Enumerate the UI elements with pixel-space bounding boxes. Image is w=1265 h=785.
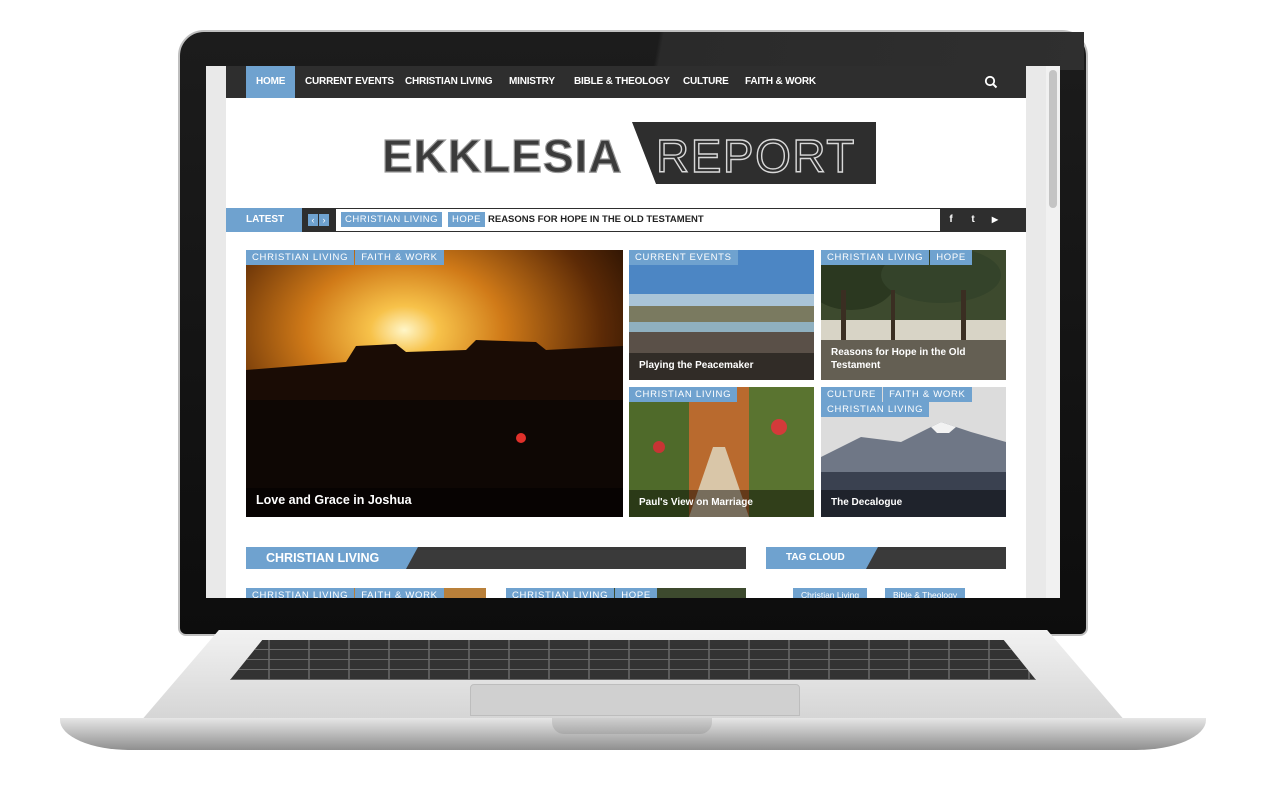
ticker-category-christian-living[interactable]: CHRISTIAN LIVING xyxy=(341,212,442,227)
tag-hope[interactable]: HOPE xyxy=(615,588,657,598)
lid-notch xyxy=(552,718,712,734)
caption-bar: The Decalogue xyxy=(821,490,1006,517)
bezel-reflection xyxy=(632,32,1084,70)
tag-christian-living[interactable]: CHRISTIAN LIVING xyxy=(506,588,615,598)
tile-tags: CHRISTIAN LIVING HOPE xyxy=(506,588,658,598)
tile-tags: CHRISTIAN LIVING HOPE xyxy=(821,250,973,265)
nav-item-current-events[interactable]: CURRENT EVENTS xyxy=(305,66,394,98)
tag-cloud-item[interactable]: Christian Living xyxy=(793,588,868,598)
nav-item-bible-theology[interactable]: BIBLE & THEOLOGY xyxy=(574,66,670,98)
nav-item-culture[interactable]: CULTURE xyxy=(683,66,729,98)
tile-tags: CURRENT EVENTS xyxy=(629,250,739,265)
caption-bar: Reasons for Hope in the Old Testament xyxy=(821,340,1006,380)
scrollbar[interactable] xyxy=(1046,66,1060,598)
ticker-content: CHRISTIAN LIVING HOPE REASONS FOR HOPE I… xyxy=(336,209,940,231)
main-nav: HOME CURRENT EVENTS CHRISTIAN LIVING MIN… xyxy=(226,66,1026,98)
search-icon[interactable] xyxy=(984,75,998,89)
nav-item-faith-work[interactable]: FAITH & WORK xyxy=(745,66,816,98)
ticker-arrows: ‹ › xyxy=(308,214,330,226)
tile-tags: CHRISTIAN LIVING FAITH & WORK xyxy=(246,588,445,598)
featured-tile-peacemaker[interactable]: CURRENT EVENTS Playing the Peacemaker xyxy=(629,250,814,380)
youtube-icon[interactable]: ▶ xyxy=(988,208,1002,232)
ticker-prev-button[interactable]: ‹ xyxy=(308,214,318,226)
keyboard-rows xyxy=(230,640,1036,680)
twitter-icon[interactable]: t xyxy=(966,208,980,232)
tag-faith-work[interactable]: FAITH & WORK xyxy=(883,387,972,402)
caption-bar: Love and Grace in Joshua xyxy=(246,488,623,517)
article-title[interactable]: Love and Grace in Joshua xyxy=(246,488,623,517)
tag-faith-work[interactable]: FAITH & WORK xyxy=(355,588,444,598)
tile-tags: CULTURE FAITH & WORK CHRISTIAN LIVING xyxy=(821,387,981,417)
tag-faith-work[interactable]: FAITH & WORK xyxy=(355,250,444,265)
caption-bar: Playing the Peacemaker xyxy=(629,353,814,380)
article-title[interactable]: Playing the Peacemaker xyxy=(629,353,814,380)
tag-christian-living[interactable]: CHRISTIAN LIVING xyxy=(821,250,930,265)
christian-living-section-header: CHRISTIAN LIVING xyxy=(246,547,746,569)
tag-culture[interactable]: CULTURE xyxy=(821,387,883,402)
section-title[interactable]: CHRISTIAN LIVING xyxy=(246,547,418,569)
scrollbar-thumb[interactable] xyxy=(1049,70,1057,208)
latest-ticker: LATEST ‹ › CHRISTIAN LIVING HOPE REASONS… xyxy=(226,208,1026,232)
featured-tile-decalogue[interactable]: CULTURE FAITH & WORK CHRISTIAN LIVING Th… xyxy=(821,387,1006,517)
nav-item-home[interactable]: HOME xyxy=(246,66,296,98)
laptop-screen: HOME CURRENT EVENTS CHRISTIAN LIVING MIN… xyxy=(206,66,1060,598)
tag-christian-living[interactable]: CHRISTIAN LIVING xyxy=(246,588,355,598)
ticker-label: LATEST xyxy=(226,208,302,232)
article-title[interactable]: Paul's View on Marriage xyxy=(629,490,814,517)
svg-text:EKKLESIA: EKKLESIA xyxy=(382,130,623,182)
tag-current-events[interactable]: CURRENT EVENTS xyxy=(629,250,738,265)
post-card-peek[interactable]: CHRISTIAN LIVING FAITH & WORK xyxy=(246,588,486,598)
website: HOME CURRENT EVENTS CHRISTIAN LIVING MIN… xyxy=(226,66,1026,598)
tile-tags: CHRISTIAN LIVING xyxy=(629,387,738,402)
nav-item-christian-living[interactable]: CHRISTIAN LIVING xyxy=(405,66,493,98)
site-logo[interactable]: EKKLESIA REPORT xyxy=(380,122,876,184)
article-title[interactable]: Reasons for Hope in the Old Testament xyxy=(821,340,1006,380)
ticker-category-hope[interactable]: HOPE xyxy=(448,212,485,227)
ticker-next-button[interactable]: › xyxy=(319,214,329,226)
featured-tile-marriage[interactable]: CHRISTIAN LIVING Paul's View on Marriage xyxy=(629,387,814,517)
laptop-base xyxy=(60,630,1206,752)
nav-item-ministry[interactable]: MINISTRY xyxy=(509,66,555,98)
featured-tile-hope[interactable]: CHRISTIAN LIVING HOPE Reasons for Hope i… xyxy=(821,250,1006,380)
tile-tags: CHRISTIAN LIVING FAITH & WORK xyxy=(246,250,445,265)
tag-hope[interactable]: HOPE xyxy=(930,250,972,265)
caption-bar: Paul's View on Marriage xyxy=(629,490,814,517)
tag-cloud-header: TAG CLOUD xyxy=(766,547,1006,569)
featured-main-tile[interactable]: CHRISTIAN LIVING FAITH & WORK Love and G… xyxy=(246,250,623,517)
tag-cloud-item[interactable]: Bible & Theology xyxy=(885,588,966,598)
trackpad xyxy=(470,684,800,716)
widget-title: TAG CLOUD xyxy=(766,547,878,569)
tag-christian-living[interactable]: CHRISTIAN LIVING xyxy=(246,250,355,265)
sunset-image xyxy=(246,250,623,517)
ticker-headline[interactable]: REASONS FOR HOPE IN THE OLD TESTAMENT xyxy=(488,212,704,227)
article-title[interactable]: The Decalogue xyxy=(821,490,1006,517)
facebook-icon[interactable]: f xyxy=(944,208,958,232)
svg-text:REPORT: REPORT xyxy=(656,130,856,182)
tag-christian-living[interactable]: CHRISTIAN LIVING xyxy=(629,387,738,402)
post-card-peek[interactable]: CHRISTIAN LIVING HOPE xyxy=(506,588,746,598)
tag-christian-living[interactable]: CHRISTIAN LIVING xyxy=(821,402,930,417)
